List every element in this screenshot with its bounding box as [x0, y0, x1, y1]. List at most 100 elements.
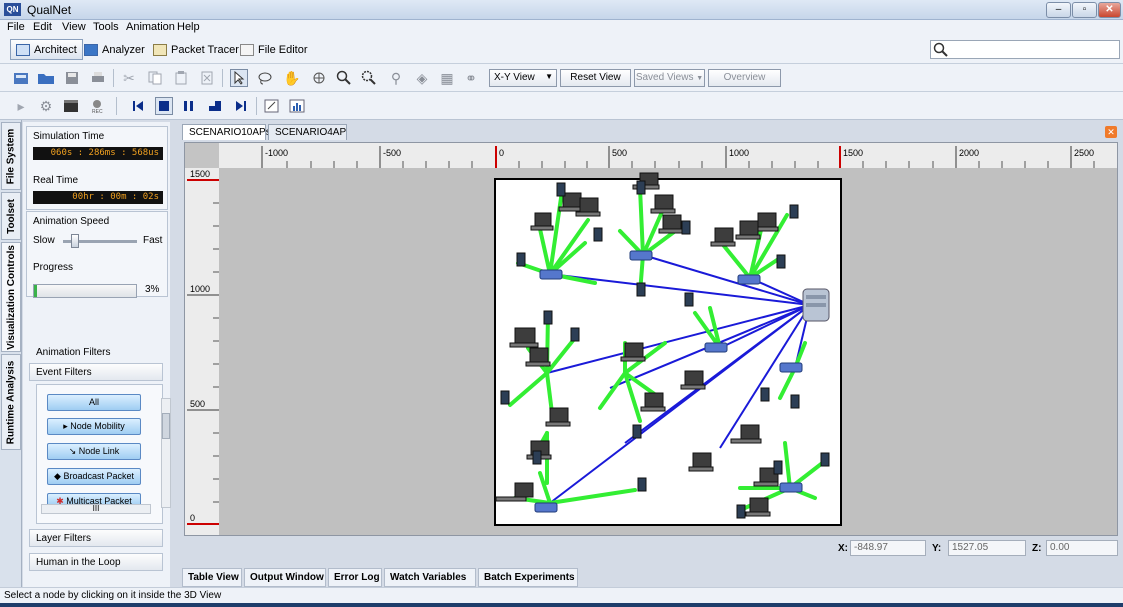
- pda-icon: [543, 310, 553, 325]
- layer-filters-header[interactable]: Layer Filters: [29, 529, 163, 547]
- laptop-icon: [529, 347, 549, 363]
- close-button[interactable]: ✕: [1098, 2, 1121, 18]
- animation-toolbar: ▸ ⚙ REC: [0, 92, 1123, 120]
- stop-icon[interactable]: [155, 97, 173, 115]
- z-coord-field[interactable]: 0.00: [1046, 540, 1118, 556]
- new-scenario-icon[interactable]: [12, 69, 30, 87]
- tab-toolset-label: Toolset: [5, 198, 17, 234]
- select-pointer-icon[interactable]: [230, 69, 248, 87]
- zoom-region-icon[interactable]: [360, 69, 378, 87]
- link-tool-icon[interactable]: ⚲: [387, 69, 405, 87]
- human-in-loop-header[interactable]: Human in the Loop: [29, 553, 163, 571]
- access-point-icon: [704, 342, 728, 353]
- svg-text:REC: REC: [92, 109, 103, 114]
- x-coord-field[interactable]: -848.97: [850, 540, 926, 556]
- tab-batch-experiments[interactable]: Batch Experiments: [478, 568, 578, 587]
- menu-animation[interactable]: Animation: [126, 21, 175, 33]
- filter-all-button[interactable]: All: [47, 394, 141, 411]
- clapper-icon[interactable]: [62, 97, 80, 115]
- packet-tracer-icon: [153, 43, 167, 56]
- y-coord-field[interactable]: 1527.05: [948, 540, 1026, 556]
- copy-icon[interactable]: [146, 69, 164, 87]
- pda-icon: [637, 477, 647, 492]
- save-icon[interactable]: [63, 69, 81, 87]
- cut-icon[interactable]: ✂: [120, 69, 138, 87]
- server-icon[interactable]: [802, 288, 830, 322]
- filter-node-link-button[interactable]: ↘ Node Link: [47, 443, 141, 460]
- canvas-svg[interactable]: -1000 -500 0 500 1000 1500 2000 2500 150…: [185, 143, 1118, 536]
- tab-visualization-controls[interactable]: Visualization Controls: [1, 242, 21, 352]
- skip-forward-icon[interactable]: [232, 97, 250, 115]
- run-scenario-icon[interactable]: ▸: [12, 97, 30, 115]
- laptop-icon: [735, 234, 761, 240]
- event-filters-header[interactable]: Event Filters: [29, 363, 163, 381]
- menu-help[interactable]: Help: [177, 21, 200, 33]
- pda-icon: [776, 254, 786, 269]
- title-bar: QN QualNet – ▫ ✕: [0, 0, 1123, 20]
- scenario-canvas[interactable]: -1000 -500 0 500 1000 1500 2000 2500 150…: [184, 142, 1118, 536]
- filters-vertical-scrollbar[interactable]: [161, 398, 171, 508]
- close-panel-icon[interactable]: ✕: [1105, 126, 1117, 138]
- laptop-icon: [575, 211, 601, 217]
- tab-output-window[interactable]: Output Window: [244, 568, 326, 587]
- search-input[interactable]: [930, 40, 1120, 59]
- animation-filters-label: Animation Filters: [36, 347, 111, 358]
- step-icon[interactable]: [206, 97, 224, 115]
- saved-views-button[interactable]: Saved Views ▼: [634, 69, 705, 87]
- file-editor-button[interactable]: File Editor: [234, 39, 314, 60]
- pda-icon: [636, 282, 646, 297]
- grid-tool-icon[interactable]: ▦: [438, 69, 456, 87]
- stats-icon[interactable]: [288, 97, 306, 115]
- open-folder-icon[interactable]: [37, 69, 55, 87]
- filter-broadcast-packet-button[interactable]: ◆ Broadcast Packet: [47, 468, 141, 485]
- filters-horizontal-scrollbar[interactable]: III: [41, 504, 151, 514]
- gears-icon[interactable]: ⚙: [37, 97, 55, 115]
- pan-hand-icon[interactable]: ✋: [283, 69, 301, 87]
- node-tool-icon[interactable]: ◈: [413, 69, 431, 87]
- menu-edit[interactable]: Edit: [33, 21, 52, 33]
- architect-button[interactable]: Architect: [10, 39, 83, 60]
- speed-slider-thumb[interactable]: [71, 234, 79, 248]
- zoom-icon[interactable]: [335, 69, 353, 87]
- minimize-button[interactable]: –: [1046, 2, 1071, 18]
- menu-view[interactable]: View: [62, 21, 86, 33]
- skip-back-icon[interactable]: [129, 97, 147, 115]
- filter-node-mobility-button[interactable]: ▸ Node Mobility: [47, 418, 141, 435]
- delete-icon[interactable]: [198, 69, 216, 87]
- tab-runtime-analysis-label: Runtime Analysis: [5, 360, 17, 444]
- tab-toolset[interactable]: Toolset: [1, 192, 21, 240]
- laptop-icon: [514, 327, 536, 344]
- scroll-grip: III: [92, 504, 100, 513]
- tab-table-view[interactable]: Table View: [182, 568, 242, 587]
- tab-scenario10aps[interactable]: SCENARIO10APs: [182, 124, 271, 140]
- scroll-thumb[interactable]: [162, 413, 170, 439]
- view-select[interactable]: X-Y View ▼: [489, 69, 557, 87]
- tab-file-system-label: File System: [5, 128, 17, 184]
- reset-view-button[interactable]: Reset View: [560, 69, 631, 87]
- packet-tracer-button[interactable]: Packet Tracer: [147, 39, 245, 60]
- overview-button[interactable]: Overview: [708, 69, 781, 87]
- edit-chart-icon[interactable]: [263, 97, 281, 115]
- laptop-icon: [658, 228, 684, 234]
- restore-button[interactable]: ▫: [1072, 2, 1097, 18]
- analyzer-button[interactable]: Analyzer: [78, 39, 151, 60]
- pda-icon: [500, 390, 510, 405]
- tab-watch-variables[interactable]: Watch Variables: [384, 568, 476, 587]
- pause-icon[interactable]: [180, 97, 198, 115]
- tab-runtime-analysis[interactable]: Runtime Analysis: [1, 354, 21, 450]
- rotate-icon[interactable]: [310, 69, 328, 87]
- tab-file-system[interactable]: File System: [1, 122, 21, 190]
- menu-tools[interactable]: Tools: [93, 21, 119, 33]
- lasso-icon[interactable]: [256, 69, 274, 87]
- record-icon[interactable]: REC: [88, 97, 106, 115]
- tab-scenario4ap[interactable]: SCENARIO4AP: [268, 124, 347, 140]
- print-icon[interactable]: [89, 69, 107, 87]
- tab-error-log[interactable]: Error Log: [328, 568, 382, 587]
- laptop-icon: [753, 481, 779, 487]
- paste-icon[interactable]: [172, 69, 190, 87]
- measure-icon[interactable]: ⚭: [462, 69, 480, 87]
- laptop-icon: [545, 421, 571, 427]
- menu-file[interactable]: File: [7, 21, 25, 33]
- y-ruler: [185, 143, 219, 535]
- progress-percent: 3%: [145, 284, 160, 295]
